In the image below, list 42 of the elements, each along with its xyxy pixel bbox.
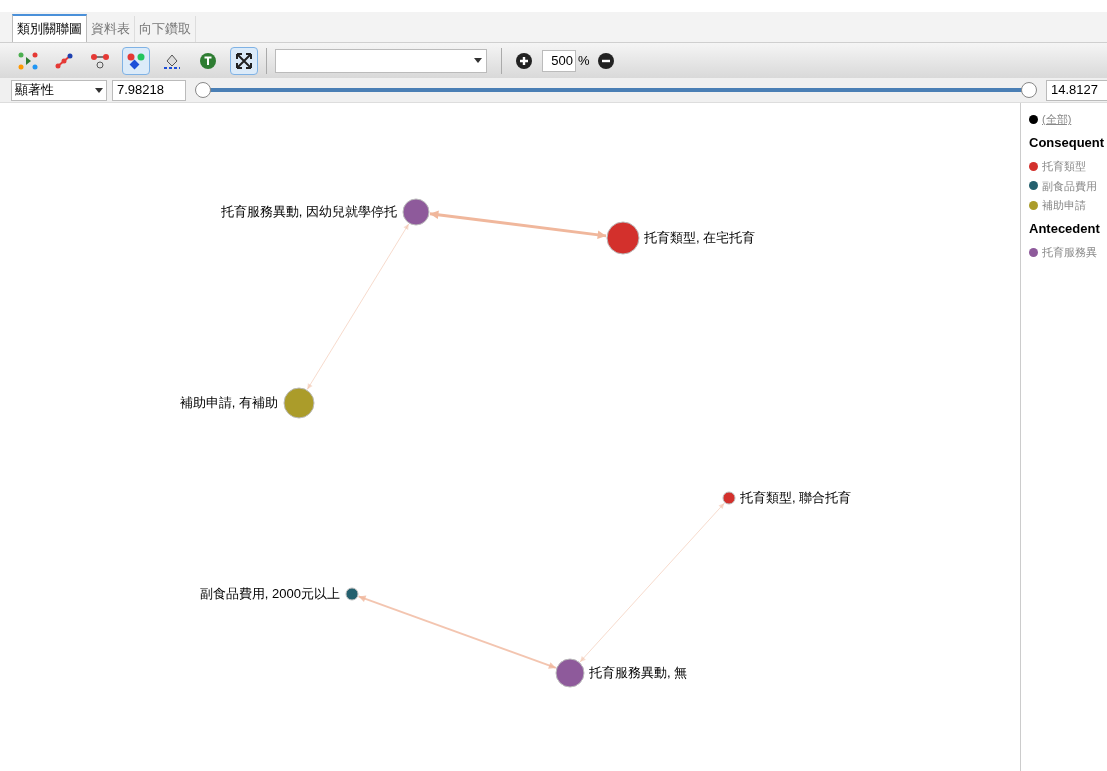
max-value-field[interactable]: 14.8127 bbox=[1046, 79, 1107, 101]
toolbar-button[interactable] bbox=[230, 46, 258, 75]
percent-label: % bbox=[578, 51, 590, 70]
expand-icon bbox=[235, 51, 253, 70]
legend-item[interactable]: 補助申請 bbox=[1042, 197, 1086, 214]
graph-node[interactable] bbox=[283, 387, 315, 419]
color-dots-icon bbox=[126, 51, 146, 70]
zoom-in-icon[interactable] bbox=[516, 52, 532, 69]
show-all-link[interactable]: (全部) bbox=[1042, 111, 1072, 128]
toolbar-button[interactable] bbox=[122, 46, 150, 75]
graph-node[interactable] bbox=[722, 491, 736, 505]
node-label: 托育服務異動, 因幼兒就學停托 bbox=[220, 204, 397, 220]
text-icon bbox=[199, 51, 217, 70]
min-value-field[interactable]: 7.98218 bbox=[112, 79, 186, 101]
measure-select[interactable]: 顯著性 bbox=[11, 79, 107, 101]
slider-thumb[interactable] bbox=[1021, 82, 1037, 98]
range-slider[interactable] bbox=[195, 81, 1037, 99]
tab[interactable]: 類別關聯圖 bbox=[12, 14, 87, 42]
node-label: 副食品費用, 2000元以上 bbox=[199, 586, 340, 602]
zoom-out-icon[interactable] bbox=[597, 52, 614, 69]
slider-thumb[interactable] bbox=[195, 82, 211, 98]
tab[interactable]: 資料表 bbox=[87, 16, 135, 42]
legend-group-title: Antecedent bbox=[1029, 219, 1101, 238]
zoom-field[interactable]: 500 bbox=[542, 49, 576, 72]
network-icon bbox=[54, 51, 74, 70]
legend-item[interactable]: 副食品費用 bbox=[1042, 177, 1097, 194]
node-label: 托育類型, 在宅托育 bbox=[644, 230, 756, 246]
graph-node[interactable] bbox=[345, 587, 359, 601]
node-label: 托育服務異動, 無 bbox=[589, 665, 688, 681]
legend-item[interactable]: 托育服務異 bbox=[1042, 244, 1097, 261]
layout-icon bbox=[18, 51, 38, 70]
tab[interactable]: 向下鑽取 bbox=[135, 16, 196, 42]
legend-group-title: Consequent bbox=[1029, 133, 1106, 152]
node-label: 托育類型, 聯合托育 bbox=[740, 490, 852, 506]
graph-node[interactable] bbox=[555, 658, 585, 688]
graph-node[interactable] bbox=[606, 221, 640, 255]
caret-icon bbox=[95, 87, 103, 93]
node-label: 補助申請, 有補助 bbox=[179, 395, 278, 411]
graph-node[interactable] bbox=[402, 198, 430, 226]
nodes-icon bbox=[90, 51, 110, 70]
caret-icon bbox=[474, 58, 482, 63]
legend-item[interactable]: 托育類型 bbox=[1042, 158, 1086, 175]
